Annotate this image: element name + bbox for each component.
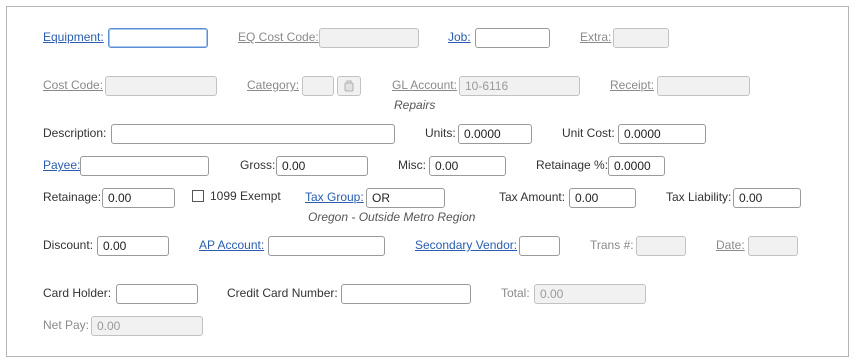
misc-label: Misc: xyxy=(398,158,426,172)
gl-account-description: Repairs xyxy=(394,98,436,112)
extra-field xyxy=(613,28,669,48)
card-holder-field[interactable] xyxy=(116,284,198,304)
discount-label: Discount: xyxy=(43,238,94,252)
units-field[interactable] xyxy=(458,124,532,144)
eq-cost-code-field xyxy=(319,28,419,48)
category-lookup-icon xyxy=(337,76,361,96)
entry-form-panel xyxy=(6,6,849,357)
misc-field[interactable] xyxy=(429,156,506,176)
tax-liability-label: Tax Liability: xyxy=(666,190,732,204)
net-pay-label: Net Pay: xyxy=(43,318,90,332)
eq-cost-code-label: EQ Cost Code: xyxy=(238,30,319,44)
date-label: Date: xyxy=(716,238,745,252)
total-field xyxy=(534,284,646,304)
exempt-1099-checkbox[interactable] xyxy=(192,190,204,202)
gl-account-field xyxy=(459,76,580,96)
receipt-field xyxy=(657,76,750,96)
trans-number-field xyxy=(636,236,686,256)
ap-account-link[interactable]: AP Account: xyxy=(199,238,264,252)
ap-account-field[interactable] xyxy=(268,236,385,256)
discount-field[interactable] xyxy=(97,236,169,256)
job-field[interactable] xyxy=(475,28,550,48)
trans-number-label: Trans #: xyxy=(590,238,634,252)
tax-group-field[interactable] xyxy=(366,188,445,208)
payee-link[interactable]: Payee: xyxy=(43,158,80,172)
unit-cost-label: Unit Cost: xyxy=(562,126,615,140)
card-holder-label: Card Holder: xyxy=(43,286,112,300)
cost-code-field xyxy=(105,76,217,96)
retainage-label: Retainage: xyxy=(43,190,102,204)
payee-field[interactable] xyxy=(80,156,209,176)
secondary-vendor-link[interactable]: Secondary Vendor: xyxy=(415,238,517,252)
tax-group-description: Oregon - Outside Metro Region xyxy=(308,210,476,224)
total-label: Total: xyxy=(501,286,530,300)
tax-amount-field[interactable] xyxy=(569,188,636,208)
credit-card-number-label: Credit Card Number: xyxy=(227,286,338,300)
units-label: Units: xyxy=(425,126,456,140)
retainage-field[interactable] xyxy=(102,188,175,208)
category-label: Category: xyxy=(247,78,300,92)
secondary-vendor-field[interactable] xyxy=(519,236,560,256)
net-pay-field xyxy=(91,316,203,336)
retainage-pct-label: Retainage %: xyxy=(536,158,609,172)
equipment-link[interactable]: Equipment: xyxy=(43,30,104,44)
cost-code-label: Cost Code: xyxy=(43,78,104,92)
tax-group-link[interactable]: Tax Group: xyxy=(305,190,364,204)
gl-account-label: GL Account: xyxy=(392,78,457,92)
description-label: Description: xyxy=(43,126,107,140)
tax-liability-field[interactable] xyxy=(733,188,801,208)
retainage-pct-field[interactable] xyxy=(608,156,665,176)
tax-amount-label: Tax Amount: xyxy=(499,190,566,204)
credit-card-number-field[interactable] xyxy=(341,284,471,304)
category-field xyxy=(302,76,334,96)
receipt-label: Receipt: xyxy=(610,78,655,92)
exempt-1099-label: 1099 Exempt xyxy=(210,189,281,203)
description-field[interactable] xyxy=(111,124,395,144)
gross-label: Gross: xyxy=(240,158,276,172)
date-field xyxy=(748,236,798,256)
extra-label: Extra: xyxy=(580,30,612,44)
job-link[interactable]: Job: xyxy=(448,30,471,44)
equipment-field[interactable] xyxy=(108,28,208,48)
gross-field[interactable] xyxy=(276,156,368,176)
unit-cost-field[interactable] xyxy=(618,124,706,144)
